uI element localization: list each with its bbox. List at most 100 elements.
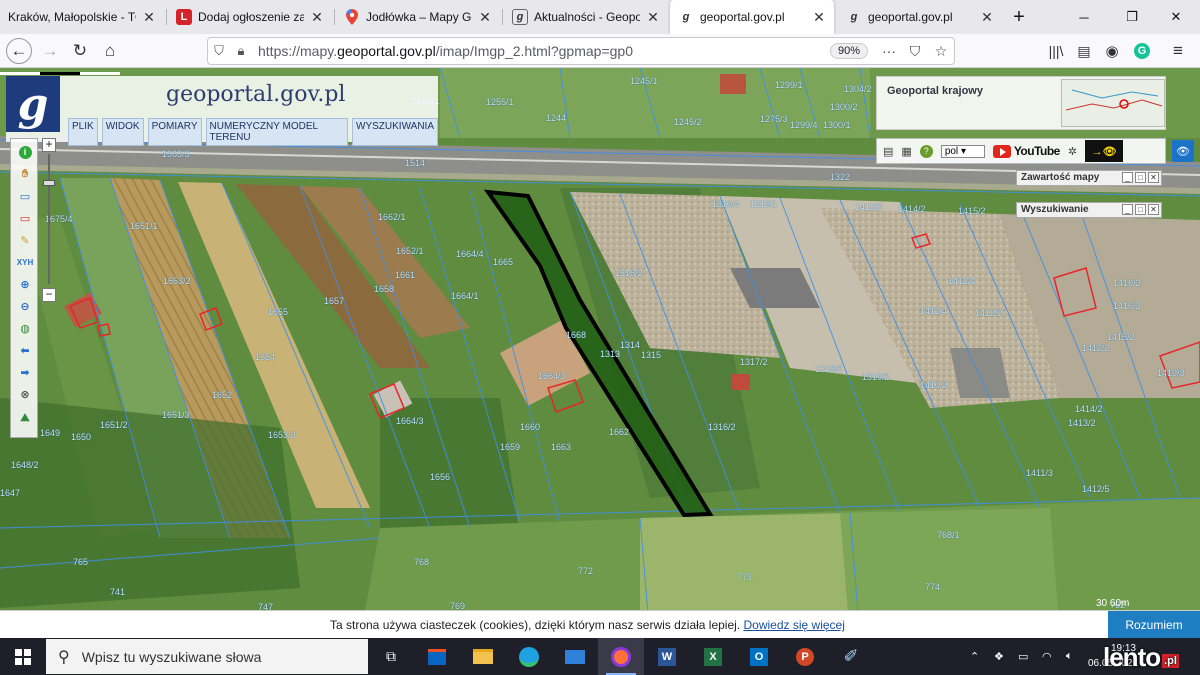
- close-icon[interactable]: ✕: [812, 9, 826, 26]
- geoportal-krajowy-panel[interactable]: Geoportal krajowy: [876, 76, 1166, 130]
- zoom-minus-button[interactable]: −: [42, 288, 56, 302]
- shield-icon[interactable]: ⛉: [208, 43, 230, 59]
- map-view[interactable]: 1663/3 1514 1245/1 1244 1245/2 1255/1 1275/3 12…: [0, 68, 1200, 638]
- close-icon[interactable]: ✕: [478, 9, 492, 26]
- globe-icon[interactable]: ◍: [15, 319, 35, 337]
- library-icon[interactable]: |||\: [1042, 38, 1070, 64]
- tab-4[interactable]: g Aktualności - Geoportal ✕: [504, 0, 668, 34]
- arrow-right-icon[interactable]: ➡: [15, 363, 35, 381]
- parcel-number-label: 1665: [493, 257, 514, 267]
- zoom-in-icon[interactable]: ⊕: [15, 275, 35, 293]
- back-icon[interactable]: ←: [6, 38, 32, 64]
- cookie-accept-button[interactable]: Rozumiem: [1108, 611, 1200, 639]
- close-icon[interactable]: ✕: [1148, 172, 1159, 183]
- close-icon[interactable]: ✕: [142, 9, 156, 26]
- parcel-number-label: 1275/3: [760, 114, 788, 124]
- coordinates-icon[interactable]: XYH: [15, 253, 35, 271]
- zoom-indicator[interactable]: 90%: [829, 43, 868, 59]
- address-bar[interactable]: ⛉ 🔒︎ https://mapy.geoportal.gov.pl/imap/…: [207, 37, 955, 65]
- cookie-more-link[interactable]: Dowiedz się więcej: [744, 618, 845, 632]
- select-area-icon[interactable]: ▭: [15, 209, 35, 227]
- menu-nmt[interactable]: NUMERYCZNY MODEL TERENU: [205, 118, 349, 146]
- accessibility-eye-icon[interactable]: →👁︎: [1085, 140, 1124, 162]
- edge-icon[interactable]: [506, 638, 552, 675]
- home-icon[interactable]: ⌂: [96, 38, 124, 64]
- pencil-icon[interactable]: ✎: [15, 231, 35, 249]
- close-icon[interactable]: ✕: [646, 9, 660, 26]
- store-icon[interactable]: [414, 638, 460, 675]
- compass-icon[interactable]: ⊗: [15, 385, 35, 403]
- map-contents-window[interactable]: Zawartość mapy _ □ ✕: [1016, 170, 1162, 186]
- tab-3[interactable]: Jodłówka – Mapy Google ✕: [336, 0, 500, 34]
- tab-1[interactable]: Kraków, Małopolskie - TOP ✕: [0, 0, 164, 34]
- 3d-icon[interactable]: ⛰: [15, 409, 35, 427]
- parcel-number-label: 1416/3: [1113, 301, 1141, 311]
- grammarly-icon[interactable]: G: [1128, 38, 1156, 64]
- powerpoint-icon[interactable]: P: [782, 638, 828, 675]
- task-view-icon[interactable]: ⧉: [368, 638, 414, 675]
- minimize-icon[interactable]: ─: [1060, 0, 1108, 34]
- lock-icon[interactable]: 🔒︎: [230, 43, 252, 59]
- minimize-icon[interactable]: _: [1122, 204, 1133, 215]
- print-icon[interactable]: ▦: [901, 145, 911, 158]
- info-icon[interactable]: i: [15, 143, 35, 161]
- restore-icon[interactable]: ❐: [1108, 0, 1156, 34]
- account-icon[interactable]: ◉: [1098, 38, 1126, 64]
- zoom-slider[interactable]: + −: [42, 138, 56, 302]
- taskbar-search[interactable]: ⚲ Wpisz tu wyszukiwane słowa: [46, 639, 368, 674]
- excel-icon[interactable]: X: [690, 638, 736, 675]
- menu-plik[interactable]: PLIK: [68, 118, 98, 146]
- outlook-icon[interactable]: O: [736, 638, 782, 675]
- url-text[interactable]: https://mapy.geoportal.gov.pl/imap/Imgp_…: [252, 43, 830, 59]
- zoom-track[interactable]: [48, 154, 50, 284]
- settings-icon[interactable]: ✲: [1068, 145, 1077, 158]
- youtube-link[interactable]: YouTube: [992, 144, 1060, 158]
- dropbox-icon[interactable]: ❖: [994, 638, 1004, 675]
- language-select[interactable]: pol ▾: [940, 144, 985, 158]
- maximize-icon[interactable]: □: [1135, 204, 1146, 215]
- battery-icon[interactable]: ▭: [1018, 638, 1028, 675]
- menu-icon[interactable]: ≡: [1164, 38, 1192, 64]
- mail-icon[interactable]: [552, 638, 598, 675]
- overview-map[interactable]: [1061, 79, 1165, 127]
- file-explorer-icon[interactable]: [460, 638, 506, 675]
- search-window[interactable]: Wyszukiwanie _ □ ✕: [1016, 202, 1162, 218]
- bookmark-star-icon[interactable]: ☆: [928, 43, 954, 60]
- sidebar-icon[interactable]: ▤: [1070, 38, 1098, 64]
- close-icon[interactable]: ✕: [310, 9, 324, 26]
- firefox-icon[interactable]: [598, 638, 644, 675]
- close-window-icon[interactable]: ✕: [1152, 0, 1200, 34]
- menu-widok[interactable]: WIDOK: [101, 118, 144, 146]
- pocket-icon[interactable]: ⛉: [902, 43, 928, 60]
- more-actions-icon[interactable]: ···: [876, 43, 902, 59]
- volume-icon[interactable]: 🔈︎: [1066, 638, 1073, 675]
- zoom-box-icon[interactable]: ▭: [15, 187, 35, 205]
- parcel-number-label: 1300/1: [823, 120, 851, 130]
- tab-6[interactable]: g geoportal.gov.pl ✕: [838, 0, 1002, 34]
- pan-hand-icon[interactable]: ✋︎: [15, 165, 35, 183]
- legend-icon[interactable]: ▤: [883, 145, 893, 158]
- word-icon[interactable]: W: [644, 638, 690, 675]
- tab-title: Aktualności - Geoportal: [534, 10, 640, 24]
- zoom-handle[interactable]: [43, 180, 55, 186]
- menu-pomiary[interactable]: POMIARY: [147, 118, 202, 146]
- reload-icon[interactable]: ↻: [66, 38, 94, 64]
- tab-2[interactable]: L Dodaj ogłoszenie za darmo ✕: [168, 0, 332, 34]
- forward-icon[interactable]: →: [36, 38, 64, 64]
- new-tab-button[interactable]: +: [1004, 0, 1034, 34]
- maximize-icon[interactable]: □: [1135, 172, 1146, 183]
- close-icon[interactable]: ✕: [1148, 204, 1159, 215]
- zoom-out-icon[interactable]: ⊖: [15, 297, 35, 315]
- tray-chevron-icon[interactable]: ⌃: [970, 638, 979, 675]
- close-icon[interactable]: ✕: [980, 9, 994, 26]
- zoom-plus-button[interactable]: +: [42, 138, 56, 152]
- eye-icon[interactable]: 👁︎: [1172, 140, 1194, 162]
- menu-wyszukiwania[interactable]: WYSZUKIWANIA: [352, 118, 438, 146]
- arrow-left-icon[interactable]: ⬅: [15, 341, 35, 359]
- tab-5[interactable]: g geoportal.gov.pl ✕: [670, 0, 834, 34]
- minimize-icon[interactable]: _: [1122, 172, 1133, 183]
- paint-icon[interactable]: ✐: [828, 638, 874, 675]
- help-icon[interactable]: ?: [919, 144, 933, 158]
- windows-start-icon[interactable]: [0, 638, 46, 675]
- wifi-icon[interactable]: ◠: [1042, 638, 1052, 675]
